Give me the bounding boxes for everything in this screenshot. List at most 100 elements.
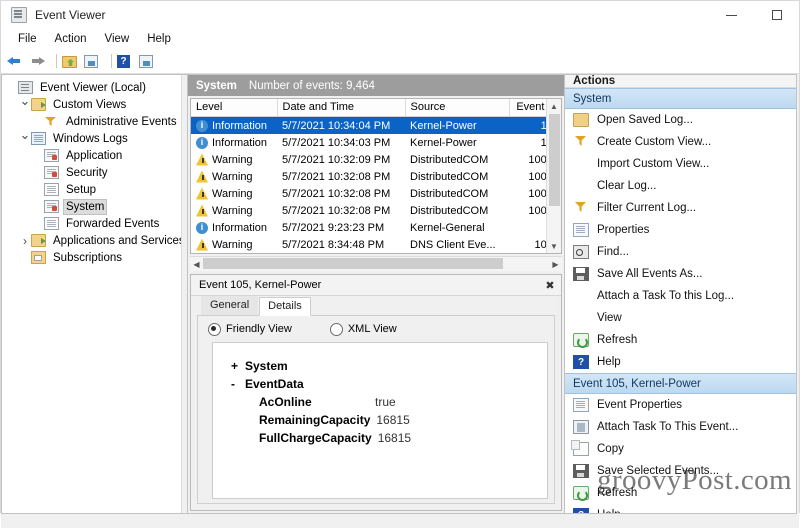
tree-item-applications-and-services-logs[interactable]: Applications and Services Logs [6, 232, 187, 249]
table-row[interactable]: iInformation5/7/2021 8:34:46 PMPower-Tro… [191, 253, 562, 254]
tree-item-label: Windows Logs [53, 132, 128, 145]
chevron-down-icon[interactable] [19, 131, 31, 147]
show-hide-console-tree-icon[interactable] [84, 52, 104, 70]
custom-folder-icon [31, 98, 46, 111]
table-row[interactable]: Warning 5/7/2021 10:32:08 PM DistributedCO… [191, 185, 561, 202]
menu-action[interactable]: Action [46, 31, 96, 47]
forward-icon[interactable] [29, 52, 49, 70]
table-row[interactable]: Warning 5/7/2021 8:34:48 PM DNS Client Eve… [191, 236, 561, 253]
column-header-level[interactable]: Level [191, 99, 278, 117]
cell-level: i Information [191, 134, 277, 151]
main-content: Event Viewer (Local) Custom Views Administ… [1, 74, 799, 514]
log-plain-icon [44, 183, 59, 196]
action-create-custom-view[interactable]: Create Custom View... [565, 131, 796, 153]
action-label: Help [597, 509, 621, 513]
action-label: Clear Log... [597, 180, 657, 192]
copy-icon [571, 440, 589, 456]
table-row[interactable]: i Information 5/7/2021 10:34:03 PM Kernel-P… [191, 134, 561, 151]
radio-xml-view[interactable]: XML View [329, 322, 397, 336]
radio-friendly-view[interactable]: Friendly View [208, 322, 292, 336]
cell-event-id: 1 [509, 253, 562, 254]
warning-icon [196, 187, 208, 200]
scroll-up-icon[interactable]: ▲ [547, 99, 561, 113]
table-row[interactable]: i Information 5/7/2021 10:34:04 PM Kernel-P… [191, 116, 561, 134]
menu-view[interactable]: View [96, 31, 139, 47]
action-view[interactable]: View [565, 307, 796, 329]
action-event-properties[interactable]: Event Properties [565, 394, 796, 416]
table-row[interactable]: i Information 5/7/2021 9:23:23 PM Kernel-Ge… [191, 219, 561, 236]
tab-general[interactable]: General [201, 296, 259, 315]
minimize-button[interactable] [709, 1, 754, 29]
action-refresh[interactable]: Refresh [565, 482, 796, 504]
custom-folder-icon [31, 234, 46, 247]
action-attach-a-task-to-this-log[interactable]: Attach a Task To this Log... [565, 285, 796, 307]
scroll-down-icon[interactable]: ▼ [547, 239, 561, 253]
tree-item-custom-views[interactable]: Custom Views [6, 96, 187, 113]
action-find[interactable]: Find... [565, 241, 796, 263]
action-save-selected-events[interactable]: Save Selected Events... [565, 460, 796, 482]
column-header-date-and-time[interactable]: Date and Time [277, 99, 406, 117]
action-help[interactable]: ? Help [565, 351, 796, 373]
tree-item-event-viewer-local[interactable]: Event Viewer (Local) [6, 79, 187, 96]
table-row[interactable]: Warning 5/7/2021 10:32:08 PM DistributedCO… [191, 168, 561, 185]
menu-file[interactable]: File [9, 31, 46, 47]
status-bar [1, 514, 799, 528]
event-list-horizontal-scrollbar[interactable]: ◀ ▶ [190, 256, 562, 271]
chevron-down-icon[interactable] [19, 97, 31, 113]
tree-item-application[interactable]: Application [6, 147, 187, 164]
chevron-right-icon[interactable] [19, 234, 31, 248]
expand-icon[interactable]: + [231, 357, 245, 375]
action-label: Attach Task To This Event... [597, 421, 739, 433]
scroll-thumb[interactable] [549, 114, 560, 206]
up-folder-icon[interactable] [62, 52, 82, 70]
cell-datetime: 5/7/2021 8:34:46 PM [277, 253, 405, 254]
table-row[interactable]: Warning 5/7/2021 10:32:09 PM DistributedCO… [191, 151, 561, 168]
level-label: Information [212, 136, 268, 149]
scroll-left-icon[interactable]: ◀ [190, 260, 203, 269]
tree-item-subscriptions[interactable]: Subscriptions [6, 249, 187, 266]
cell-source: Power-Trouble [405, 253, 509, 254]
xml-node: RemainingCapacity 16815 [231, 411, 547, 429]
tree-item-system[interactable]: System [6, 198, 187, 215]
scroll-right-icon[interactable]: ▶ [549, 260, 562, 269]
action-clear-log[interactable]: Clear Log... [565, 175, 796, 197]
table-row[interactable]: Warning 5/7/2021 10:32:08 PM DistributedCO… [191, 202, 561, 219]
tree-item-setup[interactable]: Setup [6, 181, 187, 198]
tab-details[interactable]: Details [259, 297, 311, 316]
maximize-button[interactable] [754, 1, 799, 29]
action-attach-task-to-this-event[interactable]: Attach Task To This Event... [565, 416, 796, 438]
action-import-custom-view[interactable]: Import Custom View... [565, 153, 796, 175]
show-hide-action-pane-icon[interactable] [139, 52, 159, 70]
log-header: System Number of events: 9,464 [188, 75, 564, 96]
xml-node[interactable]: - EventData [231, 375, 547, 393]
help-icon[interactable]: ? [117, 52, 137, 70]
xml-node[interactable]: + System [231, 357, 547, 375]
column-header-source[interactable]: Source [405, 99, 510, 117]
back-icon[interactable] [7, 52, 27, 70]
action-properties[interactable]: Properties [565, 219, 796, 241]
action-filter-current-log[interactable]: Filter Current Log... [565, 197, 796, 219]
warning-icon [196, 238, 208, 251]
level-label: Warning [212, 153, 253, 166]
level-label: Warning [212, 170, 253, 183]
menu-help[interactable]: Help [138, 31, 180, 47]
xml-key: FullChargeCapacity [259, 431, 372, 445]
actions-pane: Actions System Open Saved Log... Create Cu… [565, 74, 797, 514]
action-save-all-events-as[interactable]: Save All Events As... [565, 263, 796, 285]
close-icon[interactable]: ✖ [543, 279, 557, 292]
collapse-icon[interactable]: - [231, 375, 245, 393]
hscroll-thumb[interactable] [203, 258, 503, 269]
action-open-saved-log[interactable]: Open Saved Log... [565, 109, 796, 131]
tree-scrollbar[interactable] [181, 75, 187, 513]
tree-item-forwarded-events[interactable]: Forwarded Events [6, 215, 187, 232]
action-copy[interactable]: Copy [565, 438, 796, 460]
cell-datetime: 5/7/2021 8:34:48 PM [282, 238, 385, 251]
table-header-row: LevelDate and TimeSourceEvent IDTa [191, 99, 561, 117]
tree-item-security[interactable]: Security [6, 164, 187, 181]
action-refresh[interactable]: Refresh [565, 329, 796, 351]
tree-item-administrative-events[interactable]: Administrative Events [6, 113, 187, 130]
cell-datetime: 5/7/2021 9:23:23 PM [282, 221, 385, 234]
tree-item-windows-logs[interactable]: Windows Logs [6, 130, 187, 147]
detail-scrollbar[interactable] [555, 297, 560, 494]
event-list-vertical-scrollbar[interactable]: ▲ ▼ [546, 99, 561, 253]
